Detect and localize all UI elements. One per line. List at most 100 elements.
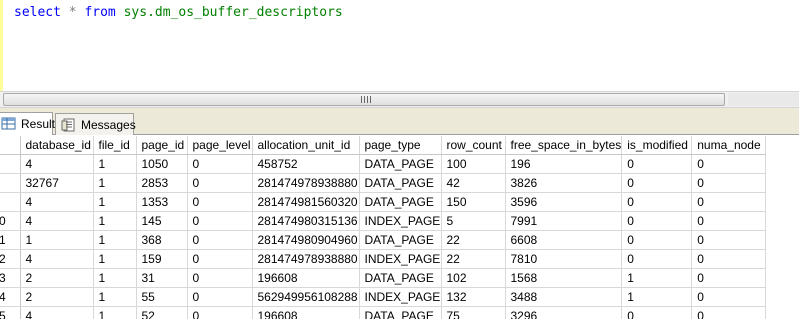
column-header[interactable]: page_id [136, 136, 188, 155]
grid-cell[interactable]: 22 [441, 230, 506, 250]
grid-cell[interactable]: 1 [93, 154, 137, 174]
grid-cell[interactable]: 196608 [252, 306, 360, 319]
grid-cell[interactable]: 0 [691, 192, 767, 212]
table-row[interactable]: 541520196608DATA_PAGE75329600 [0, 306, 767, 319]
column-header[interactable]: is_modified [621, 136, 693, 155]
grid-cell[interactable]: 132 [441, 287, 506, 307]
scrollbar-thumb[interactable] [3, 93, 725, 106]
grid-cell[interactable]: DATA_PAGE [359, 192, 442, 212]
grid-cell[interactable]: DATA_PAGE [359, 306, 442, 319]
row-number[interactable] [0, 192, 21, 212]
grid-cell[interactable]: 0 [187, 230, 253, 250]
grid-cell[interactable]: 281474980315136 [252, 211, 360, 231]
query-editor[interactable]: select * from sys.dm_os_buffer_descripto… [0, 0, 799, 91]
grid-cell[interactable]: 0 [187, 306, 253, 319]
query-text[interactable]: select * from sys.dm_os_buffer_descripto… [14, 4, 343, 21]
grid-cell[interactable]: 0 [621, 173, 693, 193]
grid-cell[interactable]: 100 [441, 154, 506, 174]
grid-cell[interactable]: 0 [691, 211, 767, 231]
grid-cell[interactable]: 0 [691, 306, 767, 319]
column-header[interactable]: allocation_unit_id [252, 136, 360, 155]
grid-cell[interactable]: 0 [187, 249, 253, 269]
grid-cell[interactable]: 4 [20, 211, 94, 231]
column-header[interactable]: database_id [20, 136, 94, 155]
horizontal-scrollbar[interactable] [0, 91, 799, 108]
grid-cell[interactable]: 196 [505, 154, 623, 174]
results-grid[interactable]: database_id file_id page_id page_level a… [0, 136, 799, 319]
grid-cell[interactable]: 196608 [252, 268, 360, 288]
grid-cell[interactable]: 150 [441, 192, 506, 212]
table-row[interactable]: 4 1 1353 0 281474981560320 DATA_PAGE 150 3596 0 0 [0, 192, 767, 212]
grid-cell[interactable]: 1 [93, 268, 137, 288]
grid-cell[interactable]: DATA_PAGE [359, 230, 442, 250]
grid-cell[interactable]: 145 [136, 211, 188, 231]
grid-cell[interactable]: 1 [93, 306, 137, 319]
grid-cell[interactable]: 1 [93, 249, 137, 269]
grid-cell[interactable]: 1568 [505, 268, 623, 288]
grid-cell[interactable]: 0 [621, 154, 693, 174]
grid-cell[interactable]: 281474981560320 [252, 192, 360, 212]
grid-cell[interactable]: 42 [441, 173, 506, 193]
row-number[interactable]: 0 [0, 211, 21, 231]
grid-cell[interactable]: 281474980904960 [252, 230, 360, 250]
tab-messages[interactable]: Messages [55, 113, 136, 135]
row-number[interactable] [0, 173, 21, 193]
table-row[interactable]: 32767 1 2853 0 281474978938880 DATA_PAGE 42 382… [0, 173, 767, 193]
grid-cell[interactable]: 31 [136, 268, 188, 288]
tab-results[interactable]: Results [0, 112, 61, 135]
row-number[interactable]: 1 [0, 230, 21, 250]
grid-cell[interactable]: 5 [441, 211, 506, 231]
grid-cell[interactable]: 1 [93, 230, 137, 250]
grid-cell[interactable]: DATA_PAGE [359, 154, 442, 174]
grid-cell[interactable]: DATA_PAGE [359, 173, 442, 193]
table-row[interactable]: 321310196608DATA_PAGE102156810 [0, 268, 767, 288]
grid-cell[interactable]: 1 [621, 287, 693, 307]
scrollbar-track[interactable] [728, 93, 799, 106]
grid-cell[interactable]: 0 [187, 173, 253, 193]
grid-cell[interactable]: 4 [20, 154, 94, 174]
grid-cell[interactable]: 3826 [505, 173, 623, 193]
row-number[interactable]: 4 [0, 287, 21, 307]
grid-cell[interactable]: 102 [441, 268, 506, 288]
grid-cell[interactable]: 3596 [505, 192, 623, 212]
column-header[interactable]: free_space_in_bytes [505, 136, 623, 155]
row-selector-header[interactable] [0, 136, 21, 155]
grid-cell[interactable]: 0 [621, 211, 693, 231]
grid-cell[interactable]: 4 [20, 249, 94, 269]
grid-cell[interactable]: 52 [136, 306, 188, 319]
grid-cell[interactable]: 1 [20, 230, 94, 250]
grid-cell[interactable]: 562949956108288 [252, 287, 360, 307]
table-row[interactable]: 1113680281474980904960DATA_PAGE22660800 [0, 230, 767, 250]
grid-cell[interactable]: 368 [136, 230, 188, 250]
column-header[interactable]: page_level [187, 136, 253, 155]
grid-cell[interactable]: 0 [187, 154, 253, 174]
grid-cell[interactable]: INDEX_PAGE [359, 211, 442, 231]
grid-cell[interactable]: 1 [93, 211, 137, 231]
grid-cell[interactable]: 458752 [252, 154, 360, 174]
grid-cell[interactable]: 0 [187, 287, 253, 307]
grid-cell[interactable]: 1 [621, 268, 693, 288]
grid-cell[interactable]: 4 [20, 306, 94, 319]
grid-cell[interactable]: 3296 [505, 306, 623, 319]
grid-cell[interactable]: 22 [441, 249, 506, 269]
grid-cell[interactable]: 4 [20, 192, 94, 212]
grid-cell[interactable]: 1 [93, 192, 137, 212]
grid-cell[interactable]: 2853 [136, 173, 188, 193]
column-header[interactable]: numa_node [691, 136, 767, 155]
row-number[interactable]: 2 [0, 249, 21, 269]
grid-cell[interactable]: 0 [621, 192, 693, 212]
grid-cell[interactable]: 0 [187, 192, 253, 212]
grid-cell[interactable]: 281474978938880 [252, 249, 360, 269]
grid-cell[interactable]: 75 [441, 306, 506, 319]
grid-cell[interactable]: 281474978938880 [252, 173, 360, 193]
grid-cell[interactable]: 159 [136, 249, 188, 269]
column-header[interactable]: file_id [93, 136, 137, 155]
grid-cell[interactable]: INDEX_PAGE [359, 287, 442, 307]
grid-cell[interactable]: 0 [691, 287, 767, 307]
column-header[interactable]: row_count [441, 136, 506, 155]
grid-cell[interactable]: DATA_PAGE [359, 268, 442, 288]
grid-cell[interactable]: 0 [187, 268, 253, 288]
grid-cell[interactable]: 1353 [136, 192, 188, 212]
grid-cell[interactable]: 6608 [505, 230, 623, 250]
grid-cell[interactable]: 7810 [505, 249, 623, 269]
